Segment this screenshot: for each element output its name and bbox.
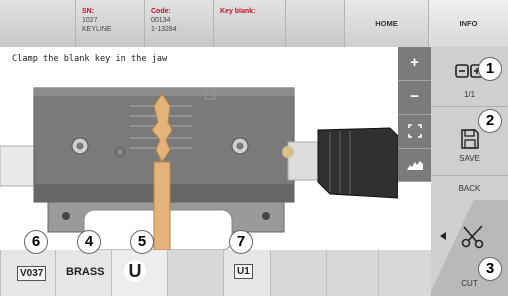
info-button[interactable]: INFO	[428, 0, 508, 47]
serial-number-cell: SN: 1027 KEYLINE	[75, 0, 144, 47]
callout-5: 5	[130, 230, 154, 254]
screw-right	[262, 212, 270, 220]
clamp-position: U1	[234, 264, 253, 279]
bolt-right-center	[236, 142, 244, 150]
callout-1: 1	[478, 57, 502, 81]
cut-button[interactable]: CUT	[431, 200, 508, 296]
code-cell: Code: 00134 1-13284	[144, 0, 213, 47]
zoom-out-button[interactable]: −	[398, 81, 431, 115]
code-label: Code:	[151, 8, 171, 15]
empty-cell-4[interactable]	[378, 250, 431, 296]
clamp-position-text: U1	[237, 266, 250, 277]
empty-cell-1[interactable]	[167, 250, 223, 296]
back-button[interactable]: BACK	[431, 178, 508, 200]
empty-cell-2[interactable]	[270, 250, 326, 296]
top-bar-spacer	[0, 0, 75, 47]
scissors-icon	[461, 225, 484, 249]
code-value: 00134	[151, 17, 171, 24]
callout-4: 4	[77, 230, 101, 254]
fit-screen-icon	[407, 124, 422, 138]
home-button[interactable]: HOME	[344, 0, 428, 47]
empty-header-cell	[285, 0, 344, 47]
material-cell[interactable]: BRASS	[55, 250, 111, 296]
handle-collar	[282, 146, 294, 158]
empty-cell-3[interactable]	[326, 250, 378, 296]
callout-3: 3	[478, 257, 502, 281]
profile-code: V037	[17, 266, 47, 281]
key-blank-label: Key blank:	[220, 8, 256, 15]
key-blank-shank	[153, 161, 171, 250]
callout-7: 7	[229, 230, 253, 254]
callout-6: 6	[24, 230, 48, 254]
screw-left	[62, 212, 70, 220]
profile-code-cell[interactable]: V037	[0, 250, 55, 296]
material-label: BRASS	[66, 266, 105, 278]
left-rod	[0, 145, 37, 187]
serial-number-maker: KEYLINE	[82, 26, 112, 33]
save-label: SAVE	[459, 154, 480, 163]
save-icon	[460, 129, 479, 149]
right-panel-divider-2	[431, 175, 508, 176]
key-jaw-illustration	[0, 87, 398, 250]
arrow-left-icon	[440, 232, 446, 240]
code-value-2: 1-13284	[151, 26, 177, 33]
profile-code-text: V037	[20, 268, 44, 279]
bolt-left-center	[76, 142, 84, 150]
clamp-letter: U	[124, 260, 146, 282]
pin-hole	[115, 147, 125, 157]
key-blank-cell: Key blank:	[213, 0, 285, 47]
page-indicator: 1/1	[463, 90, 476, 99]
profile-view-button[interactable]	[398, 149, 431, 182]
serial-number-value: 1027	[82, 17, 98, 24]
serial-number-label: SN:	[82, 8, 95, 15]
callout-2: 2	[478, 109, 502, 133]
key-profile-icon	[406, 161, 423, 170]
clamp-position-cell[interactable]: U1	[223, 250, 270, 296]
jaw-top-edge	[34, 88, 294, 96]
fit-screen-button[interactable]	[398, 115, 431, 149]
instruction-message: Clamp the blank key in the jaw	[12, 54, 168, 64]
clamp-cell[interactable]: U	[111, 250, 167, 296]
zoom-in-button[interactable]: +	[398, 47, 431, 81]
cut-label: CUT	[461, 279, 478, 288]
